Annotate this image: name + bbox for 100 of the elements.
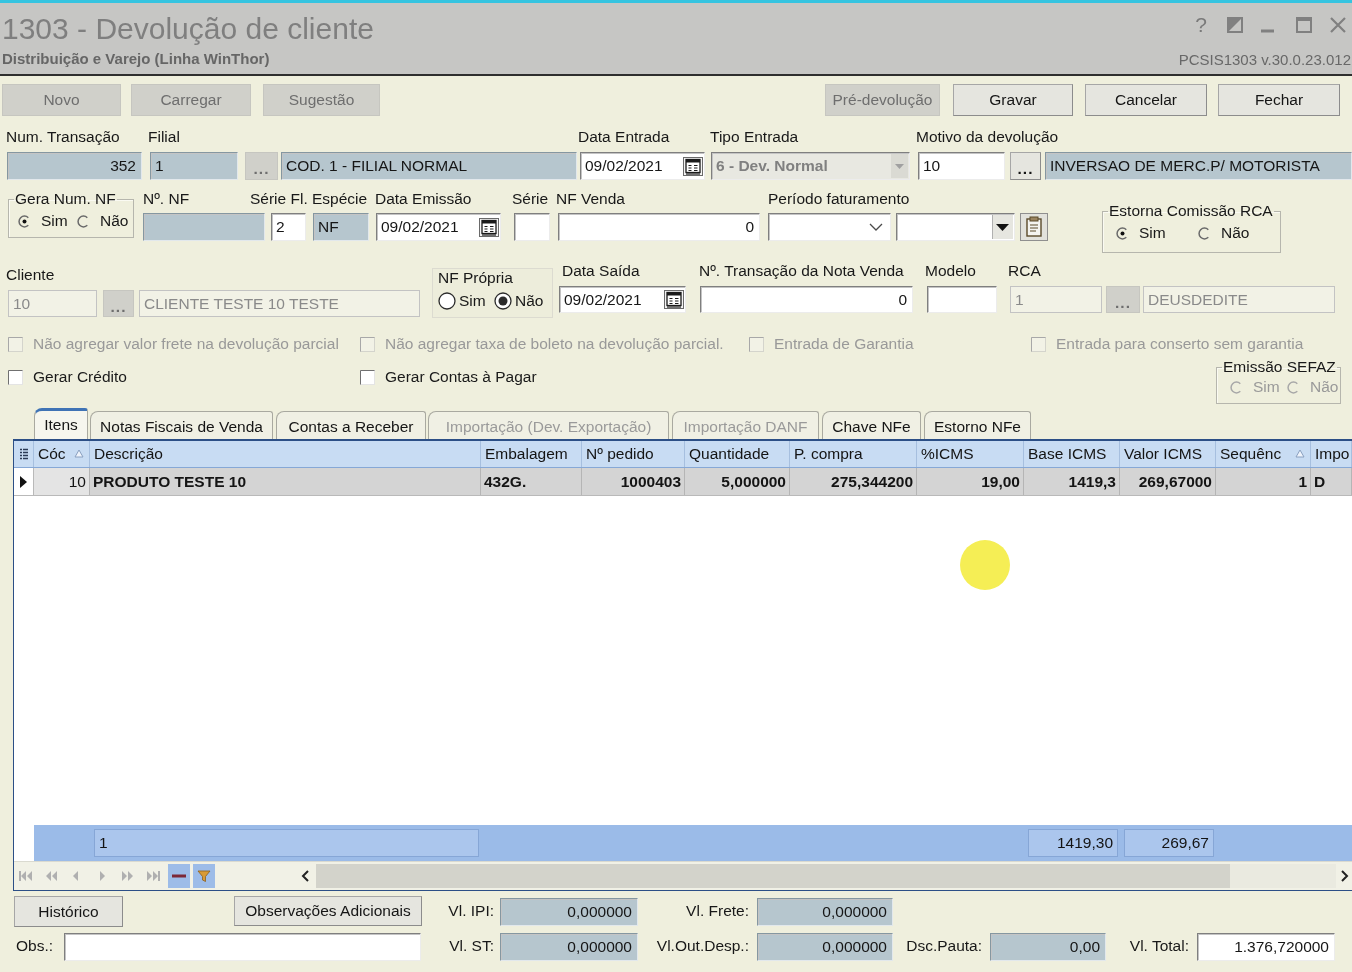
input-field[interactable]: 2 [271,213,306,241]
scroll-right-icon[interactable] [1340,869,1350,883]
history-button[interactable]: Histórico [14,896,123,927]
tab[interactable]: Contas a Receber [276,411,426,439]
checkbox-option[interactable]: Gerar Contas à Pagar [360,368,537,386]
column-header[interactable]: Valor ICMS [1120,441,1216,467]
column-header[interactable]: Impo [1311,441,1352,467]
field-label: Série [512,190,550,208]
sort-arrow-icon[interactable] [1295,449,1305,458]
field-label: Data Entrada [578,128,671,146]
radio-option[interactable]: Não [77,212,129,231]
column-header[interactable]: Sequênc [1216,441,1311,467]
radio-icon[interactable] [494,292,512,310]
input-field[interactable] [514,213,550,241]
table-cell: 1000403 [582,468,685,495]
input-field[interactable]: 0 [558,213,760,241]
cursor-highlight-icon [960,540,1010,590]
radio-option[interactable]: Não [494,292,544,310]
input-field[interactable]: 0,000000 [500,933,638,961]
table-cell: 1419,3 [1024,468,1120,495]
field-label: Obs.: [15,936,55,956]
radio-icon[interactable] [438,292,456,310]
table-cell: PRODUTO TESTE 10 [90,468,481,495]
table-cell: 432G. [481,468,582,495]
notes-button[interactable]: Observações Adicionais [234,896,422,926]
date-field[interactable]: 09/02/2021 [376,213,501,241]
checkbox-option[interactable]: Gerar Crédito [8,368,127,386]
calendar-icon[interactable] [683,156,703,176]
table-cell: D [1311,468,1352,495]
input-field[interactable]: 0,000000 [757,898,893,926]
window-title: 1303 - Devolução de cliente [2,12,374,46]
field-label: Cliente [6,266,56,284]
contrast-icon[interactable] [1227,17,1243,33]
field-label: Vl. IPI: [447,901,495,921]
checkbox-icon[interactable] [8,369,23,385]
date-field[interactable]: 09/02/2021 [559,286,686,313]
calendar-icon[interactable] [664,290,684,309]
tab[interactable]: Estorno NFe [924,411,1031,439]
input-field[interactable]: COD. 1 - FILIAL NORMAL [281,152,577,180]
input-field[interactable]: 352 [7,152,142,180]
column-header[interactable]: Cóc [34,441,90,467]
field-label: Data Saída [562,262,641,280]
input-field[interactable]: 1.376,720000 [1197,933,1335,961]
radio-icon[interactable] [1116,226,1129,240]
calendar-icon[interactable] [479,217,499,237]
input-field[interactable]: 0,000000 [500,898,638,926]
summary-cell: 269,67 [1124,829,1214,857]
tab[interactable]: Itens [34,408,88,439]
field-label: Modelo [925,262,977,280]
date-field[interactable]: 09/02/2021 [580,152,705,180]
column-header[interactable]: Quantidade [685,441,790,467]
field-label: Série Fl. [250,190,309,208]
close-icon[interactable] [1330,17,1346,33]
cancel-button[interactable]: Cancelar [1085,84,1207,116]
combo-box[interactable] [768,213,891,241]
radio-icon[interactable] [77,214,90,228]
input-field[interactable]: 10 [918,152,1005,180]
field-label: Vl.Out.Desp.: [655,936,750,956]
column-header[interactable]: %ICMS [917,441,1024,467]
tab[interactable]: Notas Fiscais de Venda [90,411,273,439]
field-label: Filial [148,128,181,146]
input-field[interactable]: 0,000000 [757,933,893,961]
radio-option[interactable]: Sim [1116,224,1166,243]
close-window-button[interactable]: Fechar [1218,84,1340,116]
filter-icon[interactable] [193,864,215,888]
radio-option[interactable]: Não [1198,224,1250,243]
combo-box[interactable] [896,213,1015,241]
input-field[interactable] [64,933,421,961]
chevron-down-icon[interactable] [869,223,883,231]
summary-cell: 1 [94,829,479,857]
column-header[interactable]: Embalagem [481,441,582,467]
field-label: Vl. ST: [448,936,495,956]
scroll-left-icon[interactable] [300,869,310,883]
radio-option[interactable]: Sim [18,212,68,231]
input-field[interactable]: 0 [700,286,913,313]
input-field[interactable]: INVERSAO DE MERC.P/ MOTORISTA [1045,152,1352,180]
sort-arrow-icon[interactable] [74,449,84,458]
save-button[interactable]: Gravar [953,84,1073,116]
input-field[interactable] [143,213,265,241]
input-field[interactable] [927,286,997,313]
minus-icon[interactable] [168,864,190,888]
clipboard-icon[interactable] [1020,213,1048,241]
radio-option[interactable]: Sim [438,292,486,310]
input-field[interactable]: NF [313,213,369,241]
tab[interactable]: Chave NFe [822,411,921,439]
lookup-button[interactable]: ... [1010,152,1041,180]
radio-icon[interactable] [18,214,31,228]
column-menu-icon[interactable] [18,447,29,461]
field-label: Tipo Entrada [710,128,800,146]
checkbox-icon[interactable] [360,369,375,385]
input-field[interactable]: 0,00 [990,933,1106,961]
maximize-icon[interactable] [1296,17,1312,33]
column-header[interactable]: P. compra [790,441,917,467]
column-header[interactable]: Descrição [90,441,481,467]
column-header[interactable]: Base ICMS [1024,441,1120,467]
input-field[interactable]: 1 [150,152,238,180]
field-label: Nº. Transação da Nota Venda [699,262,905,280]
field-label: Data Emissão [375,190,473,208]
column-header[interactable]: Nº pedido [582,441,685,467]
radio-icon[interactable] [1198,226,1211,240]
